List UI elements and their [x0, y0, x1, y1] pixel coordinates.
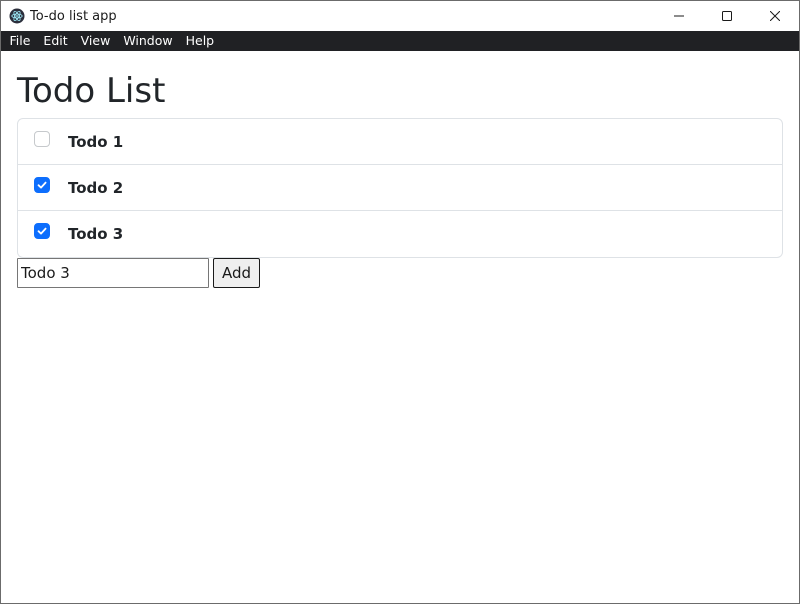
menu-help[interactable]: Help [179, 31, 221, 51]
checkmark-icon [37, 227, 47, 235]
main-content: Todo List Todo 1 Todo 2 Todo 3 Add [1, 51, 799, 288]
todo-label: Todo 3 [68, 225, 124, 243]
app-window: To-do list app File Edit View Window Hel… [0, 0, 800, 604]
page-title: Todo List [17, 71, 166, 111]
todo-checkbox[interactable] [34, 176, 50, 193]
menu-file[interactable]: File [3, 31, 37, 51]
todo-item: Todo 3 [18, 211, 782, 257]
todo-label: Todo 2 [68, 178, 124, 197]
close-icon [770, 11, 780, 21]
title-bar[interactable]: To-do list app [1, 1, 799, 31]
menu-window[interactable]: Window [117, 31, 179, 51]
todo-label: Todo 1 [68, 132, 124, 151]
add-todo-form: Add [17, 258, 783, 288]
menu-view[interactable]: View [74, 31, 117, 51]
close-button[interactable] [751, 1, 799, 31]
todo-list: Todo 1 Todo 2 Todo 3 [17, 118, 783, 258]
todo-item: Todo 1 [18, 119, 782, 165]
electron-atom-icon [9, 8, 25, 24]
menu-bar: File Edit View Window Help [1, 31, 799, 51]
minimize-button[interactable] [655, 1, 703, 31]
checkmark-icon [37, 181, 47, 188]
todo-checkbox[interactable] [34, 223, 50, 239]
todo-item: Todo 2 [18, 165, 782, 211]
window-controls [655, 1, 799, 31]
menu-edit[interactable]: Edit [37, 31, 74, 51]
window-title: To-do list app [30, 8, 117, 24]
minimize-icon [674, 15, 684, 17]
new-todo-input[interactable] [17, 258, 209, 288]
maximize-button[interactable] [703, 1, 751, 31]
todo-checkbox[interactable] [34, 130, 50, 147]
add-button[interactable]: Add [213, 258, 260, 288]
maximize-icon [722, 11, 732, 21]
